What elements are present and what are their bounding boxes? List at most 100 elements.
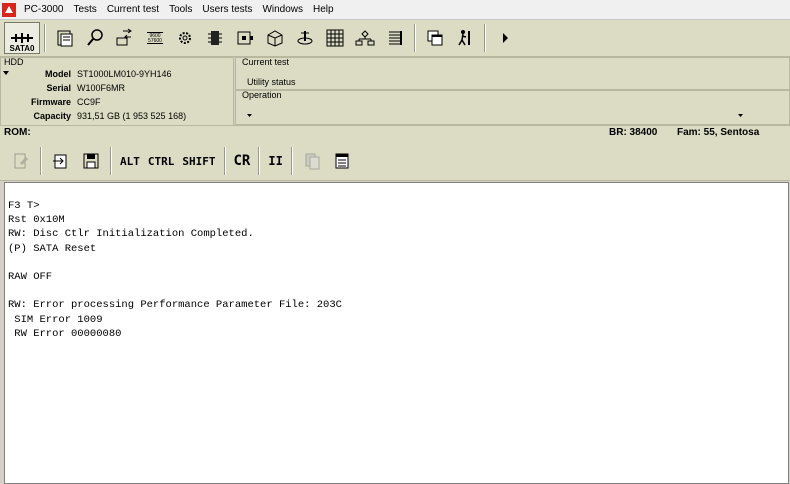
shift-key-button[interactable]: SHIFT	[178, 149, 219, 173]
menu-users-tests[interactable]: Users tests	[197, 0, 257, 19]
terminal-line: RAW OFF	[8, 270, 53, 283]
tree-icon	[355, 30, 375, 46]
menu-tests[interactable]: Tests	[68, 0, 101, 19]
search-button[interactable]	[82, 24, 108, 52]
windows-button[interactable]	[422, 24, 448, 52]
cr-key-button[interactable]: CR	[230, 149, 255, 173]
current-test-panel: Current test Utility status	[235, 57, 790, 90]
save-button[interactable]	[262, 24, 288, 52]
terminal-line: RW: Error processing Performance Paramet…	[8, 299, 342, 312]
exit-icon	[458, 30, 470, 46]
utility-status-text: Utility status	[247, 77, 296, 87]
app-logo-icon	[2, 2, 16, 17]
menu-windows[interactable]: Windows	[257, 0, 308, 19]
toolbar-separator	[44, 24, 46, 52]
grid-icon	[326, 29, 344, 47]
firmware-value: CC9F	[77, 97, 101, 107]
serial-label: Serial	[46, 83, 71, 93]
table-button[interactable]	[322, 24, 348, 52]
hdd-firmware-row: Firmware CC9F	[1, 97, 233, 111]
hdd-panel-title: HDD	[4, 57, 24, 67]
edit-disabled-button[interactable]	[8, 147, 34, 175]
hdd-panel: HDD Model ST1000LM010-9YH146 Serial W100…	[0, 57, 234, 126]
right-panels: Current test Utility status Operation	[235, 57, 790, 125]
toolbar-separator	[110, 147, 112, 175]
terminal-line: RW: Disc Ctlr Initialization Completed.	[8, 228, 254, 241]
gear-icon	[179, 32, 191, 44]
exit-button[interactable]	[452, 24, 478, 52]
pause-button[interactable]: II	[264, 149, 286, 173]
rom-label: ROM:	[4, 127, 31, 138]
family-status: Fam: 55, Sentosa	[677, 127, 760, 138]
menu-help[interactable]: Help	[308, 0, 339, 19]
board-button[interactable]	[232, 24, 258, 52]
terminal-line: F3 T>	[8, 200, 40, 212]
status-line: ROM: BR: 38400 Fam: 55, Sentosa	[0, 125, 790, 143]
menu-tools[interactable]: Tools	[164, 0, 197, 19]
settings-button[interactable]	[172, 24, 198, 52]
triangle-right-icon	[503, 33, 508, 43]
box-icon	[267, 30, 283, 47]
save-log-button[interactable]	[78, 147, 104, 175]
doc-arrow-icon	[53, 154, 67, 169]
hdd-capacity-row: Capacity 931,51 GB (1 953 525 168)	[1, 111, 233, 125]
sata-port-label: SATA0	[9, 44, 35, 53]
load-file-button[interactable]	[48, 147, 74, 175]
terminal-line: Rst 0x10M	[8, 214, 65, 227]
serial-value: W100F6MR	[77, 83, 126, 93]
terminal-line: (P) SATA Reset	[8, 242, 97, 255]
chip-button[interactable]	[202, 24, 228, 52]
tree-button[interactable]	[352, 24, 378, 52]
doc-edit-icon	[14, 153, 28, 169]
menu-bar: PC-3000 Tests Current test Tools Users t…	[0, 0, 790, 20]
toolbar-separator	[223, 147, 226, 175]
disk-book-icon	[57, 30, 73, 47]
operation-right-dropdown-icon[interactable]	[738, 114, 743, 117]
print-button[interactable]	[329, 147, 355, 175]
toolbar-separator	[484, 24, 486, 52]
toolbar-separator	[258, 147, 261, 175]
hdd-model-row: Model ST1000LM010-9YH146	[1, 69, 233, 83]
ctrl-key-button[interactable]: CTRL	[144, 149, 179, 173]
magnifier-icon	[87, 29, 103, 46]
menu-current-test[interactable]: Current test	[102, 0, 164, 19]
alt-key-button[interactable]: ALT	[116, 149, 144, 173]
baud-rate-button[interactable]: 9600 57600	[142, 24, 168, 52]
model-value: ST1000LM010-9YH146	[77, 69, 172, 79]
menu-app[interactable]: PC-3000	[19, 0, 68, 19]
baud-rate-status: BR: 38400	[609, 127, 658, 138]
toolbar-separator	[414, 24, 416, 52]
firmware-label: Firmware	[30, 97, 71, 107]
current-test-title: Current test	[242, 57, 290, 67]
more-button[interactable]	[492, 24, 518, 52]
baud-rate-bottom-text: 57600	[148, 38, 162, 44]
terminal-output[interactable]: F3 T> Rst 0x10M RW: Disc Ctlr Initializa…	[4, 182, 789, 484]
platter-icon	[297, 31, 313, 45]
operation-panel: Operation	[235, 90, 790, 125]
hdd-open-button[interactable]	[52, 24, 78, 52]
hdd-serial-row: Serial W100F6MR	[1, 83, 233, 97]
terminal-toolbar: ALT CTRL SHIFT CR II	[0, 142, 790, 181]
capacity-label: Capacity	[33, 111, 71, 121]
sata-connector-icon	[11, 33, 33, 43]
windows-icon	[427, 30, 443, 46]
log-icon	[335, 153, 349, 169]
terminal-line: SIM Error 1009	[8, 313, 103, 326]
board-icon	[237, 31, 253, 45]
operation-title: Operation	[242, 90, 282, 100]
operation-left-dropdown-icon[interactable]	[247, 114, 252, 117]
model-label: Model	[45, 69, 71, 79]
transfer-arrows-icon	[116, 28, 132, 46]
terminal-line: RW Error 00000080	[8, 327, 122, 340]
list-button[interactable]	[382, 24, 408, 52]
chip-icon	[208, 31, 222, 45]
head-button[interactable]	[292, 24, 318, 52]
toolbar-separator	[40, 147, 42, 175]
copy-button[interactable]	[299, 147, 325, 175]
floppy-icon	[83, 153, 99, 169]
transfer-button[interactable]	[112, 24, 138, 52]
toolbar-separator	[290, 147, 293, 175]
list-icon	[389, 31, 402, 45]
sata-port-button[interactable]: SATA0	[4, 22, 40, 54]
